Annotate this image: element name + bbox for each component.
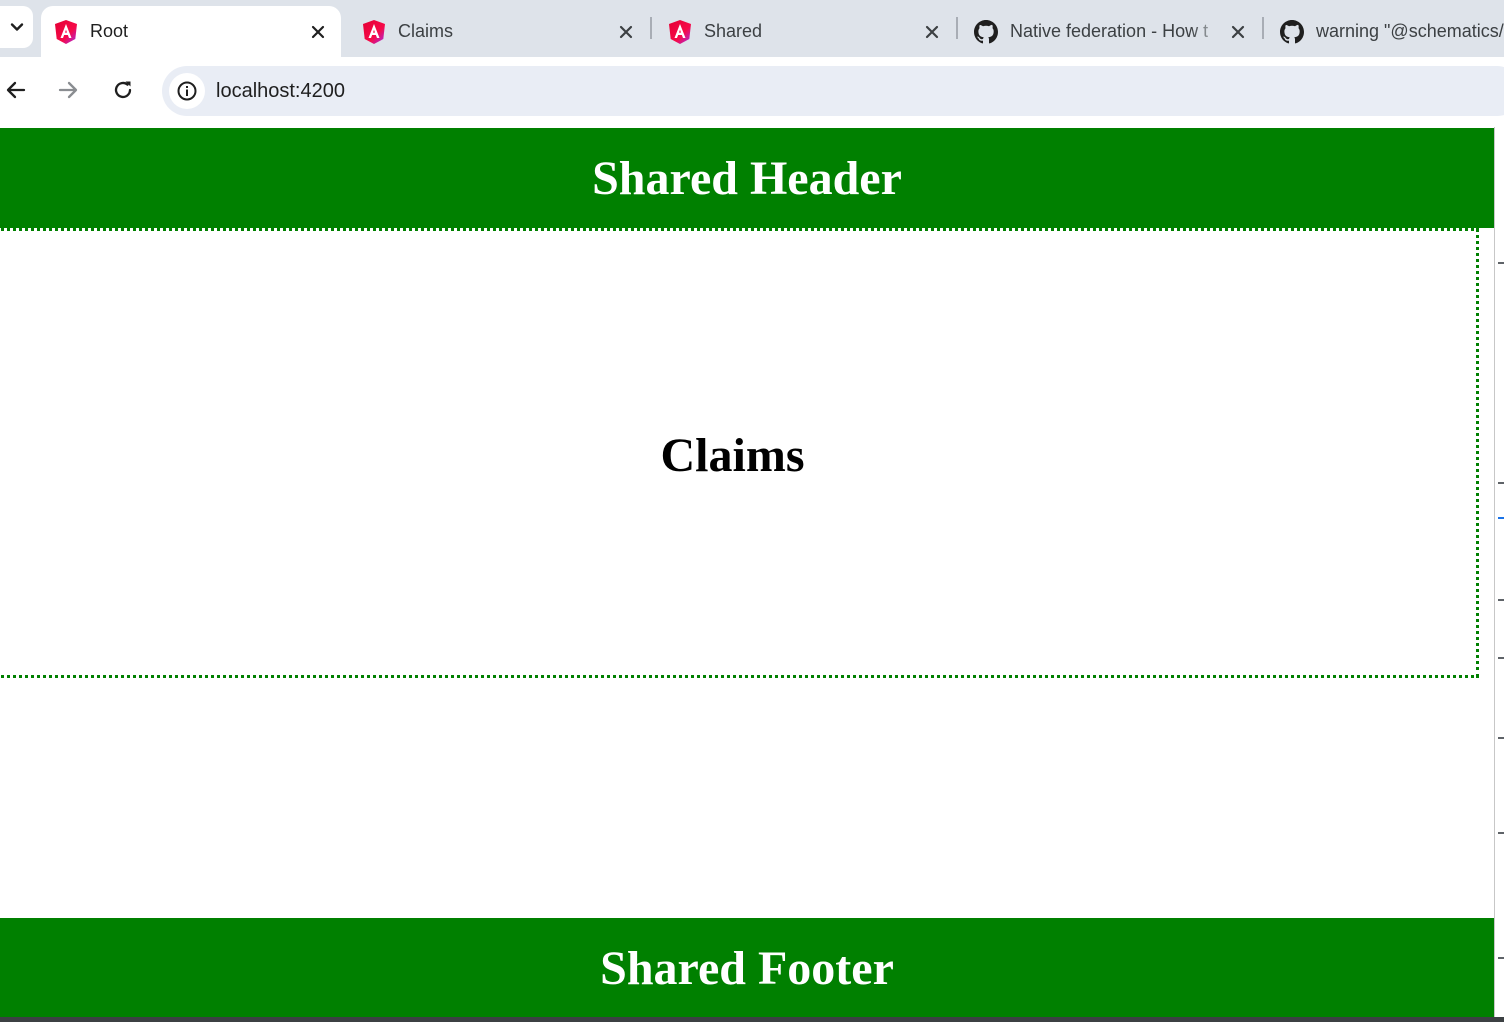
close-icon [1231,25,1245,38]
close-tab-button[interactable] [611,17,641,47]
devtools-mark [1498,517,1504,519]
tab-native-federation[interactable]: Native federation - How t [961,6,1261,57]
devtools-mark [1498,657,1504,659]
tab-search-button[interactable] [0,6,33,48]
angular-icon [669,19,691,44]
url-text[interactable]: localhost:4200 [216,80,345,103]
devtools-mark [1498,832,1504,834]
tab-schematics-warning[interactable]: warning "@schematics/ [1267,6,1504,57]
back-arrow-icon [6,81,26,99]
github-icon [1280,19,1304,43]
forward-arrow-icon [58,81,78,99]
tab-title: Root [90,21,129,41]
tab-title: Claims [398,21,454,41]
claims-title: Claims [660,428,805,482]
taskbar-edge [0,1017,1504,1022]
devtools-mark [1498,482,1504,484]
tab-shared[interactable]: Shared [655,6,955,57]
devtools-mark [1498,737,1504,739]
tab-title: warning "@schematics/ [1316,21,1504,41]
close-tab-button[interactable] [917,17,947,47]
github-icon [974,19,998,43]
angular-icon [55,19,77,44]
close-tab-button[interactable] [303,17,333,47]
tab-root[interactable]: Root [41,6,341,57]
chevron-down-icon [10,23,23,31]
back-button[interactable] [0,73,33,107]
devtools-mark [1498,957,1504,959]
close-icon [619,25,633,38]
reload-button[interactable] [106,73,140,107]
forward-button[interactable] [51,73,85,107]
devtools-mark [1498,599,1504,601]
close-tab-button[interactable] [1223,17,1253,47]
site-info-icon [177,81,197,101]
shared-footer-text: Shared Footer [600,941,894,995]
shared-header: Shared Header [0,128,1494,228]
tab-separator [956,17,958,39]
tab-title: Shared [704,21,763,41]
close-icon [925,25,939,38]
claims-container: Claims [0,228,1479,678]
browser-toolbar: localhost:4200 [0,57,1504,127]
address-bar[interactable]: localhost:4200 [162,66,1504,116]
devtools-panel-edge[interactable] [1494,127,1504,1017]
devtools-mark [1498,262,1504,264]
reload-icon [114,81,132,99]
angular-icon [363,19,385,44]
tab-strip: Root Claims Shared Native federation - H… [0,0,1504,57]
tab-separator [1262,17,1264,39]
shared-header-text: Shared Header [592,151,902,205]
tab-claims[interactable]: Claims [349,6,649,57]
tab-title: Native federation - How t [1010,21,1209,41]
tab-separator [650,17,652,39]
shared-footer: Shared Footer [0,918,1494,1017]
page-viewport: Shared Header Claims Shared Footer [0,127,1494,1017]
site-info-button[interactable] [169,73,205,109]
close-icon [311,25,325,38]
